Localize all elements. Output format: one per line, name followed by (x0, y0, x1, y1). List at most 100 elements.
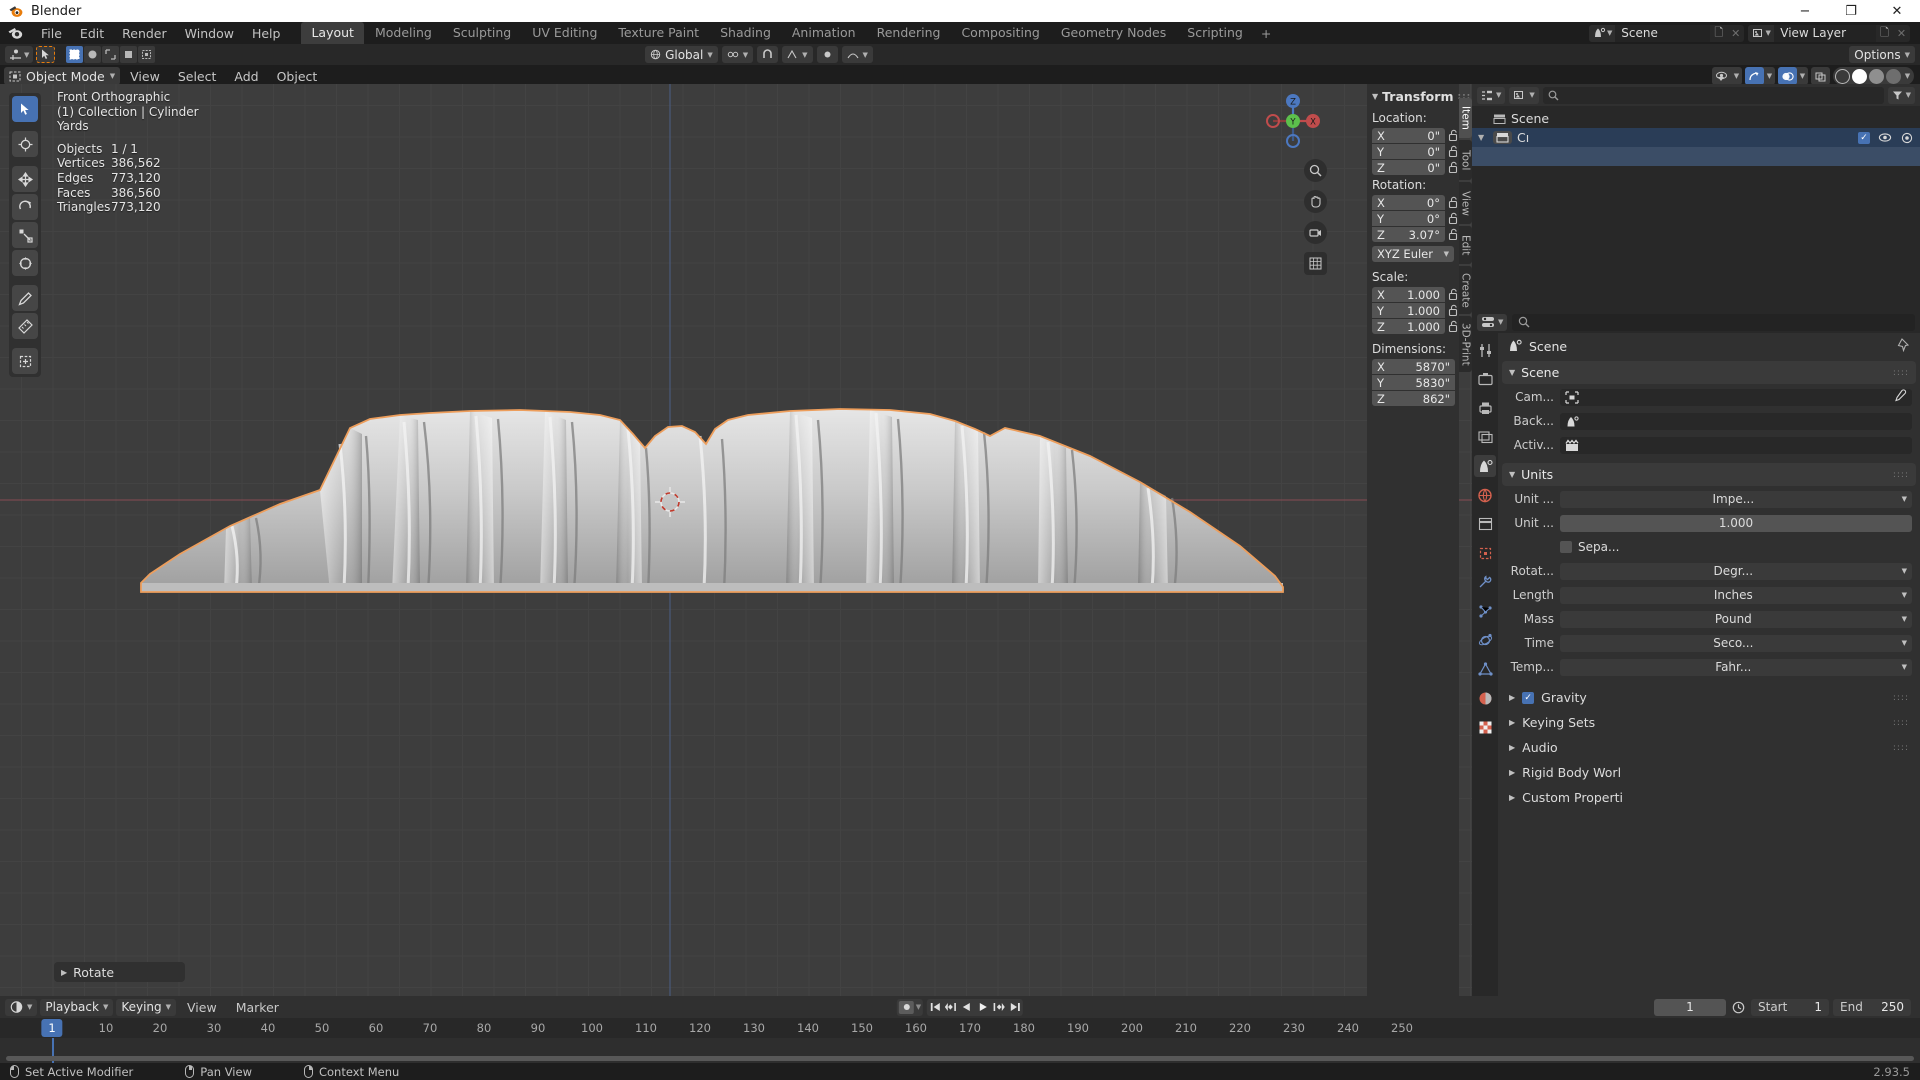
separate-units-row[interactable]: Sepa... (1502, 536, 1912, 558)
camera-view-icon[interactable] (1304, 221, 1327, 244)
lock-open-icon[interactable] (1448, 288, 1459, 301)
drag-dots-icon[interactable]: :::: (1893, 470, 1909, 480)
jump-to-end-button[interactable] (1007, 999, 1023, 1016)
n-tab-view[interactable]: View (1459, 182, 1472, 224)
unit-system-row[interactable]: Unit ... Impe... ▼ (1502, 488, 1912, 510)
tab-texture-icon[interactable] (1474, 716, 1496, 738)
previous-keyframe-button[interactable] (943, 999, 959, 1016)
unit-scale-row[interactable]: Unit ... 1.000 (1502, 512, 1912, 534)
workspace-tab-animation[interactable]: Animation (782, 22, 866, 44)
outliner-filter-icon[interactable]: ▼ (1887, 86, 1915, 104)
viewport-menu-add[interactable]: Add (226, 67, 266, 86)
operator-redo-panel[interactable]: ▶ Rotate (54, 962, 185, 982)
navigation-gizmo[interactable]: Z X Y (1262, 90, 1324, 152)
shading-material-icon[interactable] (1869, 68, 1884, 84)
location-y-field[interactable]: Y 0" (1372, 144, 1445, 159)
timeline-menu-view[interactable]: View (179, 1000, 225, 1015)
scene-background-row[interactable]: Back... (1502, 410, 1912, 432)
workspace-tab-compositing[interactable]: Compositing (951, 22, 1049, 44)
tool-add-cube[interactable] (12, 348, 38, 374)
mass-units-row[interactable]: Mass Pound ▼ (1502, 608, 1912, 630)
shading-solid-icon[interactable] (1852, 68, 1867, 84)
transform-panel-header[interactable]: ▼ Transform :::: (1367, 84, 1472, 108)
tab-render-icon[interactable] (1474, 368, 1496, 390)
tool-measure[interactable] (12, 313, 38, 339)
zoom-icon[interactable] (1304, 159, 1327, 182)
lock-open-icon[interactable] (1448, 196, 1459, 209)
new-scene-icon[interactable]: 🗋 (1710, 25, 1727, 42)
location-x-field[interactable]: X 0" (1372, 128, 1445, 143)
collection-expand-icon[interactable]: ▼ (1478, 133, 1488, 142)
custom-properties-panel-header[interactable]: ▶ Custom Properti (1502, 786, 1916, 809)
outliner-display-mode-icon[interactable]: ▼ (1509, 86, 1539, 104)
lock-open-icon[interactable] (1448, 212, 1459, 225)
scene-panel-header[interactable]: ▼ Scene :::: (1502, 361, 1916, 384)
snap-magnet-icon[interactable] (757, 46, 779, 63)
lock-open-icon[interactable] (1448, 161, 1459, 174)
drag-dots-icon[interactable]: :::: (1893, 743, 1909, 753)
viewport-canvas[interactable] (0, 84, 1472, 996)
rotation-mode-dropdown[interactable]: XYZ Euler ▼ (1372, 246, 1454, 262)
start-frame-field[interactable]: Start 1 (1751, 998, 1829, 1016)
collection-checkbox[interactable]: ✓ (1858, 131, 1870, 144)
minimize-button[interactable]: − (1782, 0, 1828, 22)
lock-open-icon[interactable] (1448, 228, 1459, 241)
tab-modifiers-icon[interactable] (1474, 571, 1496, 593)
scale-x-field[interactable]: X 1.000 (1372, 287, 1445, 302)
scene-camera-row[interactable]: Cam... (1502, 386, 1912, 408)
lock-open-icon[interactable] (1448, 304, 1459, 317)
gravity-panel-header[interactable]: ▶ ✓ Gravity :::: (1502, 686, 1916, 709)
scene-active-clip-row[interactable]: Activ... (1502, 434, 1912, 456)
outliner-row-scene[interactable]: Scene (1472, 109, 1920, 128)
auto-keying-dropdown-icon[interactable]: ▼ (916, 1003, 921, 1011)
timeline-ruler[interactable]: 10 20 30 40 50 60 70 80 90 100 110 120 130 140 150 160 1… (0, 1018, 1920, 1038)
scale-x-row[interactable]: X 1.000 (1367, 287, 1459, 302)
shading-wireframe-icon[interactable] (1835, 68, 1850, 84)
gravity-checkbox[interactable]: ✓ (1522, 691, 1535, 704)
view-layer-name-field[interactable]: View Layer (1774, 24, 1876, 42)
timeline-scrollbar[interactable] (6, 1056, 1914, 1061)
drag-dots-icon[interactable]: :::: (1893, 718, 1909, 728)
workspace-tab-texture-paint[interactable]: Texture Paint (608, 22, 709, 44)
shading-dropdown-icon[interactable]: ▼ (1902, 67, 1913, 85)
blender-menu-icon[interactable] (6, 25, 26, 41)
snap-settings-dropdown[interactable]: ▼ (782, 46, 813, 63)
show-gizmo-icon[interactable] (1745, 67, 1764, 85)
end-frame-field[interactable]: End 250 (1833, 998, 1911, 1016)
tab-tool-icon[interactable] (1474, 339, 1496, 361)
dimensions-y-field[interactable]: Y 5830" (1372, 375, 1455, 390)
menu-window[interactable]: Window (176, 24, 243, 43)
toggle-ortho-icon[interactable] (1304, 252, 1327, 275)
pivot-point-dropdown[interactable]: ▼ (721, 46, 754, 63)
proportional-editing-icon[interactable] (816, 46, 838, 63)
properties-editor-type-icon[interactable]: ▼ (1477, 313, 1508, 331)
close-button[interactable]: ✕ (1874, 0, 1920, 22)
playhead-marker[interactable]: 1 (41, 1019, 63, 1037)
overlays-dropdown-icon[interactable]: ▼ (1797, 67, 1808, 85)
workspace-tab-scripting[interactable]: Scripting (1177, 22, 1253, 44)
temperature-units-row[interactable]: Temp... Fahr... ▼ (1502, 656, 1912, 678)
outliner-row-object[interactable] (1472, 147, 1920, 166)
dimensions-x-row[interactable]: X 5870" (1367, 359, 1459, 374)
active-clip-field[interactable] (1560, 436, 1912, 454)
lock-open-icon[interactable] (1448, 145, 1459, 158)
mass-units-dropdown[interactable]: Pound ▼ (1560, 610, 1912, 628)
rotation-y-field[interactable]: Y 0° (1372, 211, 1445, 226)
viewport-menu-view[interactable]: View (122, 67, 168, 86)
tab-view-layer-icon[interactable] (1474, 426, 1496, 448)
active-tool-icon[interactable]: ▼ (5, 46, 34, 63)
tab-world-icon[interactable] (1474, 484, 1496, 506)
location-z-row[interactable]: Z 0" (1367, 160, 1459, 175)
playback-dropdown[interactable]: Playback ▼ (40, 998, 114, 1016)
unit-system-dropdown[interactable]: Impe... ▼ (1560, 490, 1912, 508)
keying-dropdown[interactable]: Keying ▼ (116, 998, 177, 1016)
separate-units-checkbox[interactable] (1560, 541, 1572, 553)
next-keyframe-button[interactable] (991, 999, 1007, 1016)
workspace-tab-shading[interactable]: Shading (710, 22, 781, 44)
camera-field[interactable] (1560, 388, 1912, 406)
viewport-menu-select[interactable]: Select (170, 67, 225, 86)
eyedropper-icon[interactable] (1894, 389, 1907, 405)
eye-icon[interactable] (1878, 132, 1892, 143)
location-z-field[interactable]: Z 0" (1372, 160, 1445, 175)
dimensions-z-field[interactable]: Z 862" (1372, 391, 1455, 406)
